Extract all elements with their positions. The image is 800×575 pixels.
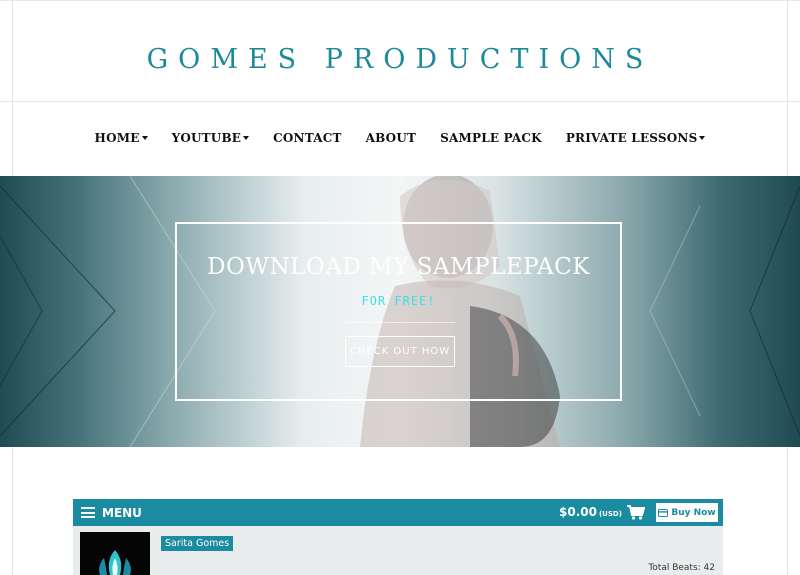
beat-store-panel: Sarita Gomes Total Beats: 42 — [73, 526, 723, 575]
nav-item-contact[interactable]: CONTACT — [273, 131, 341, 145]
menu-button[interactable]: MENU — [102, 506, 142, 520]
buy-now-button[interactable]: Buy Now — [655, 502, 719, 523]
hero-banner: DOWNLOAD MY SAMPLEPACK FOR FREE! CHECK O… — [0, 176, 800, 447]
main-nav: HOME YOUTUBE CONTACT ABOUT SAMPLE PACK P… — [0, 131, 800, 145]
artist-name-tag[interactable]: Sarita Gomes — [161, 536, 234, 551]
nav-item-label: ABOUT — [365, 131, 417, 145]
guide-line — [0, 0, 800, 1]
hero-title: DOWNLOAD MY SAMPLEPACK — [207, 254, 590, 280]
cart-icon[interactable] — [627, 505, 645, 520]
hero-divider — [345, 322, 455, 323]
nav-item-label: YOUTUBE — [171, 131, 242, 145]
buy-now-label: Buy Now — [671, 507, 716, 518]
nav-item-sample-pack[interactable]: SAMPLE PACK — [440, 131, 542, 145]
nav-item-youtube[interactable]: YOUTUBE — [172, 131, 250, 145]
check-out-how-button[interactable]: CHECK OUT HOW — [345, 336, 455, 367]
hero-subtitle: FOR FREE! — [361, 294, 436, 308]
caret-down-icon — [141, 136, 148, 140]
currency-label: (USD) — [598, 510, 622, 518]
nav-item-label: PRIVATE LESSONS — [565, 131, 698, 145]
credit-card-icon — [658, 508, 669, 517]
hero-cta-box: DOWNLOAD MY SAMPLEPACK FOR FREE! CHECK O… — [175, 222, 622, 401]
caret-down-icon — [699, 136, 706, 140]
flame-logo-icon — [99, 550, 131, 575]
nav-item-label: HOME — [94, 131, 140, 145]
nav-item-private-lessons[interactable]: PRIVATE LESSONS — [566, 131, 706, 145]
nav-item-home[interactable]: HOME — [95, 131, 148, 145]
hamburger-icon[interactable] — [81, 507, 95, 518]
guide-line — [0, 101, 800, 102]
album-artwork[interactable] — [80, 532, 150, 575]
nav-item-label: CONTACT — [273, 131, 342, 145]
beat-store-toolbar: MENU $0.00 (USD) Buy Now — [73, 499, 723, 526]
nav-item-label: SAMPLE PACK — [440, 131, 542, 145]
total-beats-count: Total Beats: 42 — [648, 563, 715, 573]
price-value: $0.00 — [559, 505, 597, 519]
site-title[interactable]: GOMES PRODUCTIONS — [0, 44, 800, 75]
cart-total: $0.00 (USD) — [559, 505, 622, 519]
nav-item-about[interactable]: ABOUT — [366, 131, 417, 145]
caret-down-icon — [243, 136, 250, 140]
